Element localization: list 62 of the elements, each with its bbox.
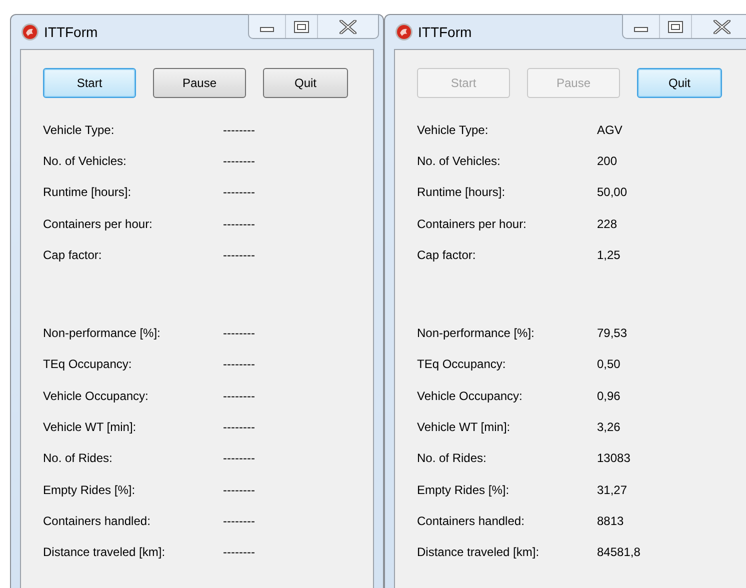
field-value: 13083 xyxy=(597,450,630,468)
field-label: Non-performance [%]: xyxy=(417,325,536,342)
field-label: Cap factor: xyxy=(43,246,103,264)
form-button[interactable]: Quit xyxy=(263,68,348,98)
field-label: Containers handled: xyxy=(43,512,152,530)
field-label: Vehicle WT [min]: xyxy=(43,419,138,436)
field-label: No. of Vehicles: xyxy=(417,152,502,170)
field-label: Vehicle Occupancy: xyxy=(417,388,524,405)
field-value: 1,25 xyxy=(597,246,620,264)
form-button[interactable]: Start xyxy=(43,68,136,98)
field-value: -------- xyxy=(223,152,255,170)
app-logo-icon xyxy=(21,23,39,41)
field-label: Runtime [hours]: xyxy=(43,184,132,202)
field-label: Empty Rides [%]: xyxy=(43,482,136,499)
field-label: TEq Occupancy: xyxy=(43,356,133,374)
form-button[interactable]: Quit xyxy=(637,68,722,98)
field-label: Containers handled: xyxy=(417,512,526,530)
close-icon xyxy=(713,20,731,34)
field-value: -------- xyxy=(223,216,255,233)
close-icon xyxy=(339,20,357,34)
field-value: 228 xyxy=(597,216,618,233)
field-value: 0,96 xyxy=(597,388,620,405)
field-value: 0,50 xyxy=(597,356,620,374)
field-value: -------- xyxy=(223,544,255,562)
field-label: Vehicle Type: xyxy=(417,122,490,139)
field-label: Containers per hour: xyxy=(417,216,528,233)
field-label: No. of Rides: xyxy=(417,450,488,468)
field-label: Cap factor: xyxy=(417,246,477,264)
field-value: 31,27 xyxy=(597,482,628,499)
field-value: 3,26 xyxy=(597,419,620,436)
field-label: Vehicle WT [min]: xyxy=(417,419,512,436)
field-value: -------- xyxy=(223,388,255,405)
field-label: TEq Occupancy: xyxy=(417,356,507,374)
field-label: Distance traveled [km]: xyxy=(43,544,166,562)
field-value: 50,00 xyxy=(597,184,628,202)
field-label: Vehicle Type: xyxy=(43,122,116,139)
field-value: -------- xyxy=(223,512,255,530)
field-label: Non-performance [%]: xyxy=(43,325,162,342)
app-logo-icon xyxy=(395,23,413,41)
window-title: ITTForm xyxy=(418,22,472,42)
field-label: No. of Vehicles: xyxy=(43,152,128,170)
field-label: Containers per hour: xyxy=(43,216,154,233)
field-label: Vehicle Occupancy: xyxy=(43,388,150,405)
field-label: Empty Rides [%]: xyxy=(417,482,510,499)
field-value: AGV xyxy=(597,122,622,139)
field-label: No. of Rides: xyxy=(43,450,114,468)
window-title: ITTForm xyxy=(44,22,98,42)
field-value: 84581,8 xyxy=(597,544,640,562)
field-value: -------- xyxy=(223,325,255,342)
field-value: 200 xyxy=(597,152,618,170)
field-value: -------- xyxy=(223,450,255,468)
field-value: 8813 xyxy=(597,512,624,530)
field-value: 79,53 xyxy=(597,325,628,342)
field-value: -------- xyxy=(223,419,255,436)
field-value: -------- xyxy=(223,246,255,264)
field-value: -------- xyxy=(223,184,255,202)
field-label: Distance traveled [km]: xyxy=(417,544,540,562)
form-button[interactable]: Pause xyxy=(153,68,246,98)
field-value: -------- xyxy=(223,356,255,374)
field-value: -------- xyxy=(223,482,255,499)
field-label: Runtime [hours]: xyxy=(417,184,506,202)
field-value: -------- xyxy=(223,122,255,139)
